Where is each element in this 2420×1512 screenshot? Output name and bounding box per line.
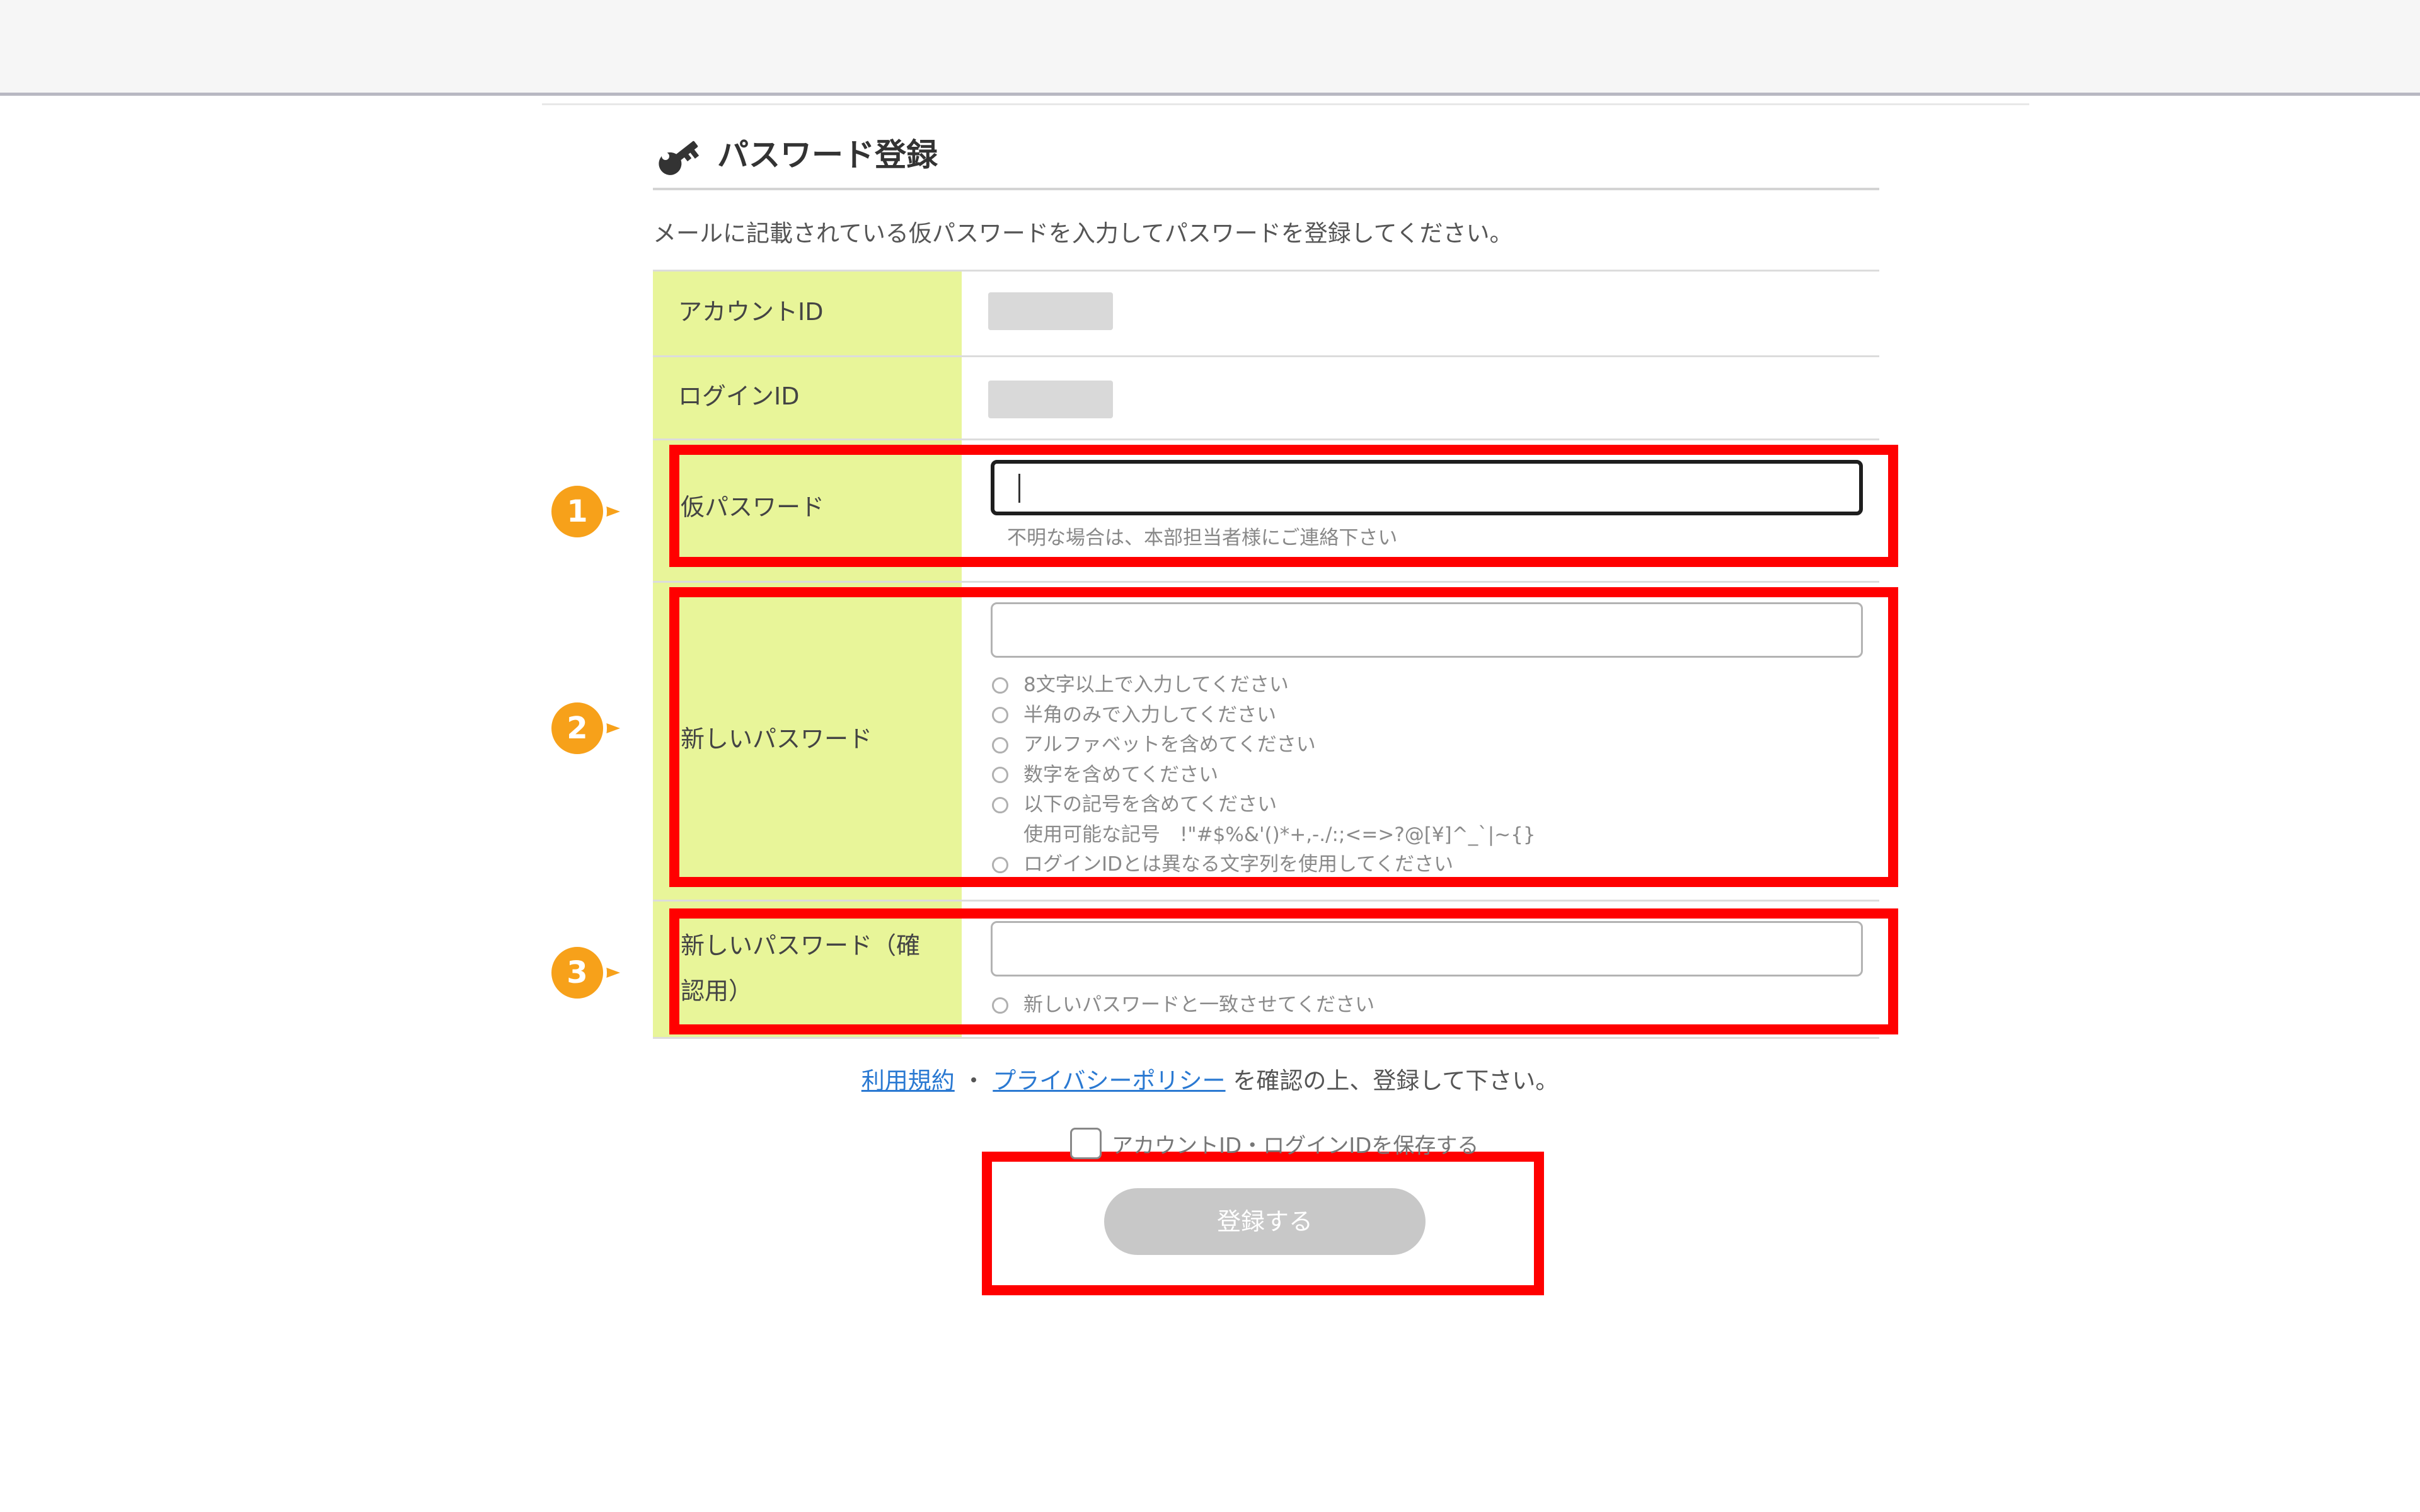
row-divider bbox=[653, 900, 1879, 902]
highlight-box-new-password bbox=[669, 587, 1898, 887]
remember-label: アカウントID・ログインIDを保存する bbox=[1112, 1133, 1479, 1159]
terms-separator: ・ bbox=[962, 1067, 986, 1094]
row-divider bbox=[653, 581, 1879, 583]
terms-suffix: を確認の上、登録して下さい。 bbox=[1233, 1067, 1559, 1094]
register-button[interactable]: 登録する bbox=[1104, 1188, 1426, 1255]
remember-ids-option[interactable]: アカウントID・ログインIDを保存する bbox=[1070, 1128, 1478, 1159]
highlight-box-temp-password bbox=[669, 445, 1898, 567]
terms-notice: 利用規約 ・ プライバシーポリシー を確認の上、登録して下さい。 bbox=[0, 1063, 2420, 1099]
remember-checkbox[interactable] bbox=[1070, 1128, 1102, 1159]
svg-text:3: 3 bbox=[567, 955, 587, 990]
login-id-value bbox=[988, 381, 1113, 418]
key-icon bbox=[659, 140, 700, 175]
svg-text:1: 1 bbox=[567, 494, 587, 529]
number-badge-1: 1 bbox=[548, 482, 620, 541]
page-title: パスワード登録 bbox=[717, 137, 938, 173]
row-divider bbox=[653, 1037, 1879, 1039]
login-id-label: ログインID bbox=[678, 382, 800, 410]
row-divider bbox=[653, 355, 1879, 357]
highlight-box-confirm-password bbox=[669, 908, 1898, 1034]
intro-text: メールに記載されている仮パスワードを入力してパスワードを登録してください。 bbox=[653, 220, 1513, 247]
number-badge-3: 3 bbox=[548, 943, 620, 1002]
account-id-value bbox=[988, 292, 1113, 330]
browser-top-bar bbox=[0, 0, 2420, 96]
title-divider bbox=[653, 188, 1879, 190]
header-divider bbox=[542, 103, 2029, 105]
number-badge-2: 2 bbox=[548, 699, 620, 758]
row-divider bbox=[653, 438, 1879, 440]
row-divider bbox=[653, 270, 1879, 272]
svg-text:2: 2 bbox=[567, 711, 587, 746]
privacy-policy-link[interactable]: プライバシーポリシー bbox=[993, 1067, 1225, 1094]
account-id-label: アカウントID bbox=[678, 298, 824, 326]
terms-link[interactable]: 利用規約 bbox=[861, 1067, 955, 1094]
